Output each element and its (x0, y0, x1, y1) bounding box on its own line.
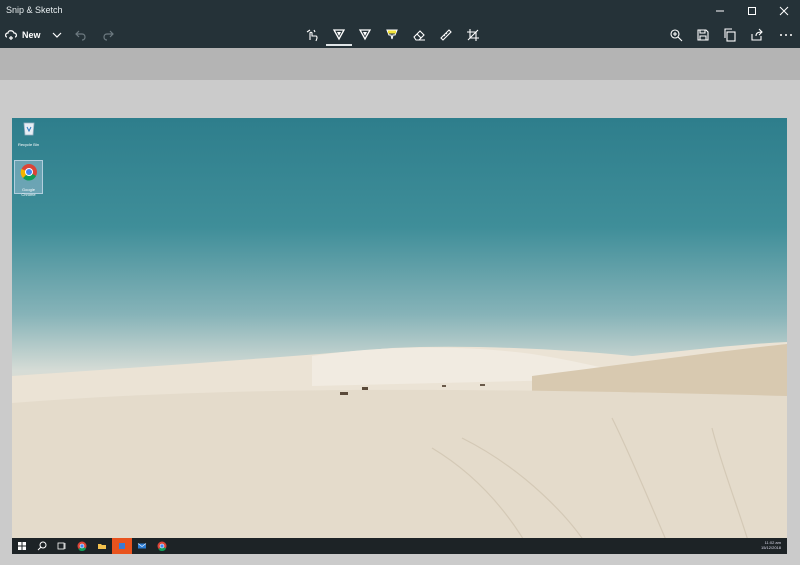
mail-icon (137, 543, 147, 549)
chrome-icon (20, 164, 37, 181)
eraser-button[interactable] (411, 22, 427, 48)
file-explorer-icon (98, 544, 106, 549)
pencil-button[interactable] (357, 22, 373, 48)
chrome-icon (157, 541, 167, 551)
more-icon (780, 34, 792, 36)
desktop-icon-label: Google Chrome (21, 187, 36, 197)
crop-icon (467, 29, 479, 41)
close-button[interactable] (768, 0, 800, 22)
new-label: New (22, 30, 41, 40)
taskbar-mail[interactable] (132, 538, 152, 554)
clock-date: 15/12/2018 (760, 545, 781, 550)
new-snip-button[interactable]: New (4, 22, 41, 48)
ruler-button[interactable] (438, 22, 454, 48)
taskbar-file-explorer[interactable] (92, 538, 112, 554)
captured-taskbar: 11:02 am 15/12/2018 (12, 538, 787, 554)
snip-mode-dropdown[interactable] (50, 22, 64, 48)
share-button[interactable] (749, 22, 765, 48)
taskbar-clock[interactable]: 11:02 am 15/12/2018 (761, 540, 781, 550)
captured-screenshot[interactable]: Recycle Bin Google Chrome 11:02 am 15/12… (12, 118, 787, 554)
maximize-button[interactable] (736, 0, 768, 22)
copy-button[interactable] (722, 22, 738, 48)
taskbar-chrome[interactable] (72, 538, 92, 554)
close-icon (779, 6, 789, 16)
taskbar-chrome-2[interactable] (152, 538, 172, 554)
active-tool-indicator (326, 44, 352, 46)
ballpoint-pen-icon (332, 29, 346, 41)
maximize-icon (748, 7, 756, 15)
chrome-icon (77, 541, 87, 551)
taskbar-snip-sketch[interactable] (112, 538, 132, 554)
chevron-down-icon (52, 32, 62, 38)
title-bar: Snip & Sketch (0, 0, 800, 22)
eraser-icon (413, 30, 425, 41)
windows-start-icon (18, 542, 26, 550)
zoom-icon (670, 29, 683, 42)
canvas-top-band (0, 48, 800, 80)
touch-writing-icon (306, 29, 318, 42)
taskbar-search[interactable] (32, 538, 52, 554)
ruler-icon (440, 29, 452, 41)
taskbar-start[interactable] (12, 538, 32, 554)
new-snip-icon (5, 30, 17, 40)
highlighter-button[interactable] (384, 22, 400, 48)
save-icon (697, 29, 709, 41)
desert-landscape (12, 342, 787, 554)
crop-button[interactable] (465, 22, 481, 48)
app-icon (119, 543, 125, 549)
desktop-icon-label: Recycle Bin (17, 142, 40, 147)
highlighter-icon (386, 29, 398, 40)
app-title: Snip & Sketch (6, 5, 63, 15)
more-options-button[interactable] (776, 22, 796, 48)
window-controls (704, 0, 800, 22)
redo-button[interactable] (100, 22, 116, 48)
redo-icon (103, 30, 114, 41)
toolbar: New (0, 22, 800, 48)
desktop-icon-google-chrome[interactable]: Google Chrome (14, 160, 43, 197)
copy-icon (724, 28, 736, 42)
zoom-button[interactable] (668, 22, 684, 48)
desktop-icon-recycle-bin[interactable]: Recycle Bin (14, 120, 43, 147)
recycle-bin-icon (23, 122, 34, 136)
search-icon (37, 541, 47, 551)
undo-button[interactable] (73, 22, 89, 48)
share-icon (751, 28, 763, 41)
task-view-icon (57, 542, 66, 550)
minimize-button[interactable] (704, 0, 736, 22)
pencil-icon (358, 29, 372, 41)
taskbar-task-view[interactable] (52, 538, 72, 554)
undo-icon (75, 30, 86, 41)
save-button[interactable] (695, 22, 711, 48)
minimize-icon (716, 10, 724, 12)
touch-writing-button[interactable] (304, 22, 320, 48)
